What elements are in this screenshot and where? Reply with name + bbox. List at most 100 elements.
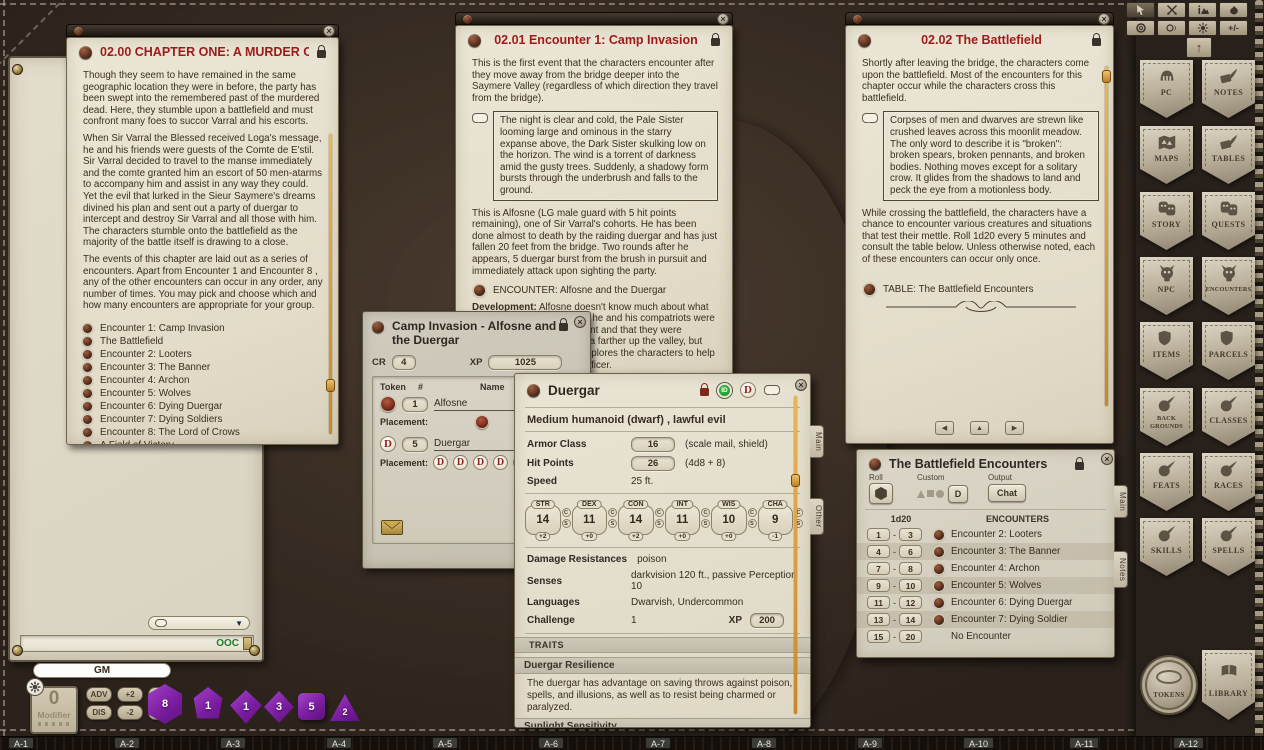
link-bullet-icon[interactable] [934,581,944,591]
window-titlebar[interactable]: × [845,12,1114,25]
sidebar-button-story[interactable]: Story [1140,192,1193,250]
sidebar-button-tokens[interactable]: Tokens [1140,655,1198,715]
npc-icon[interactable] [527,384,540,397]
save-roll-button[interactable]: S [655,519,664,528]
modifier-toggle-button[interactable]: +/- [1219,20,1248,36]
sidebar-button-items[interactable]: Items [1140,322,1193,380]
scrollbar-grip[interactable] [1102,70,1111,83]
sidebar-button-classes[interactable]: Classes [1202,388,1255,446]
close-icon[interactable]: × [1098,13,1110,25]
story-link[interactable]: Encounter 2: Looters [83,348,324,361]
story-icon[interactable] [858,34,871,47]
cr-value[interactable]: 4 [392,355,416,370]
table-link[interactable]: Encounter 3: The Banner [951,546,1060,557]
sidebar-button-maps[interactable]: Maps [1140,126,1193,184]
adv-button[interactable]: ADV [86,687,112,702]
sidebar-button-tables[interactable]: Tables [1202,126,1255,184]
story-link[interactable]: The Battlefield [83,335,324,348]
duergar-placement-token[interactable]: D [493,455,508,470]
link-bullet-icon[interactable] [934,530,944,540]
window-titlebar[interactable]: × [66,24,339,37]
link-bullet-icon[interactable] [83,402,92,411]
parcel-envelope-icon[interactable] [381,520,403,535]
check-roll-button[interactable]: C [608,508,617,517]
close-icon[interactable]: × [574,316,586,328]
close-icon[interactable]: × [323,25,335,37]
sidebar-button-encounters[interactable]: Encounters [1202,257,1255,315]
story-icon[interactable] [79,46,92,59]
close-icon[interactable]: × [717,13,729,25]
nav-up-button[interactable]: ▲ [970,421,989,435]
table-link[interactable]: Encounter 6: Dying Duergar [951,597,1072,608]
npc-count[interactable]: 1 [402,397,428,412]
table-link[interactable]: Encounter 2: Looters [951,529,1042,540]
lock-icon[interactable] [711,38,720,46]
close-icon[interactable]: × [795,379,807,391]
save-roll-button[interactable]: S [562,519,571,528]
pouch-button[interactable] [1219,2,1248,18]
chat-input[interactable]: OOC [20,635,254,652]
save-roll-button[interactable]: S [608,519,617,528]
sidebar-button-library[interactable]: Library [1202,650,1255,720]
xp-value[interactable]: 1025 [488,355,562,370]
ability-wis[interactable]: 10 WIS +0 CS [711,505,747,535]
story-link[interactable]: Encounter 4: Archon [83,374,324,387]
tab-main[interactable]: Main [810,425,824,458]
table-row[interactable]: 7-8 Encounter 4: Archon [857,560,1114,577]
table-icon[interactable] [869,458,881,470]
ability-con[interactable]: 14 CON +2 CS [618,505,654,535]
link-bullet-icon[interactable] [934,615,944,625]
ooc-badge[interactable]: OOC [216,638,243,649]
story-link[interactable]: A Field of Victory [83,439,324,445]
d12-die[interactable]: 1 [190,687,226,724]
alfosne-placement-token[interactable] [475,415,489,429]
story-link[interactable]: Encounter 5: Wolves [83,387,324,400]
custom-die-button[interactable]: D [948,485,968,503]
duergar-placement-token[interactable]: D [473,455,488,470]
tab-notes[interactable]: Notes [1114,551,1128,588]
table-link[interactable]: TABLE: The Battlefield Encounters [864,284,1099,296]
save-roll-button[interactable]: S [701,519,710,528]
scrollbar-grip[interactable] [326,379,335,392]
save-roll-button[interactable]: S [748,519,757,528]
sidebar-button-npc[interactable]: NPC [1140,257,1193,315]
link-bullet-icon[interactable] [83,376,92,385]
table-row[interactable]: 13-14 Encounter 7: Dying Soldier [857,611,1114,628]
minus2-button[interactable]: -2 [117,705,143,720]
moon-phase-button[interactable] [1157,20,1186,36]
link-bullet-icon[interactable] [474,285,485,296]
table-link[interactable]: Encounter 7: Dying Soldier [951,614,1068,625]
story-link[interactable]: Encounter 3: The Banner [83,361,324,374]
encounter-icon[interactable] [372,321,384,333]
speech-bubble-icon[interactable] [764,385,780,395]
table-row[interactable]: 1-3 Encounter 2: Looters [857,526,1114,543]
output-chat-button[interactable]: Chat [988,484,1026,502]
sidebar-button-races[interactable]: Races [1202,453,1255,511]
roll-dice-button[interactable] [869,483,893,504]
scrollbar[interactable] [1105,66,1108,406]
ac-value[interactable]: 16 [631,437,675,452]
duergar-placement-token[interactable]: D [433,455,448,470]
hp-value[interactable]: 26 [631,456,675,471]
table-row[interactable]: 11-12 Encounter 6: Dying Duergar [857,594,1114,611]
story-link[interactable]: Encounter 7: Dying Soldiers [83,413,324,426]
table-row[interactable]: 4-6 Encounter 3: The Banner [857,543,1114,560]
d6-die[interactable]: 5 [298,693,325,720]
ability-int[interactable]: 11 INT +0 CS [665,505,701,535]
check-roll-button[interactable]: C [748,508,757,517]
lock-icon[interactable] [1075,462,1084,470]
link-bullet-icon[interactable] [83,389,92,398]
table-link[interactable]: Encounter 5: Wolves [951,580,1041,591]
sun-settings-button[interactable] [1188,20,1217,36]
check-roll-button[interactable]: C [562,508,571,517]
sidebar-button-spells[interactable]: Spells [1202,518,1255,576]
link-bullet-icon[interactable] [934,564,944,574]
lock-icon[interactable] [700,388,709,396]
lock-icon[interactable] [1092,38,1101,46]
lock-icon[interactable] [317,50,326,58]
window-titlebar[interactable]: × [455,12,733,25]
d8-die[interactable]: 3 [264,691,294,723]
duergar-token-icon[interactable]: D [380,436,396,452]
link-bullet-icon[interactable] [83,415,92,424]
ability-dex[interactable]: 11 DEX +0 CS [572,505,608,535]
